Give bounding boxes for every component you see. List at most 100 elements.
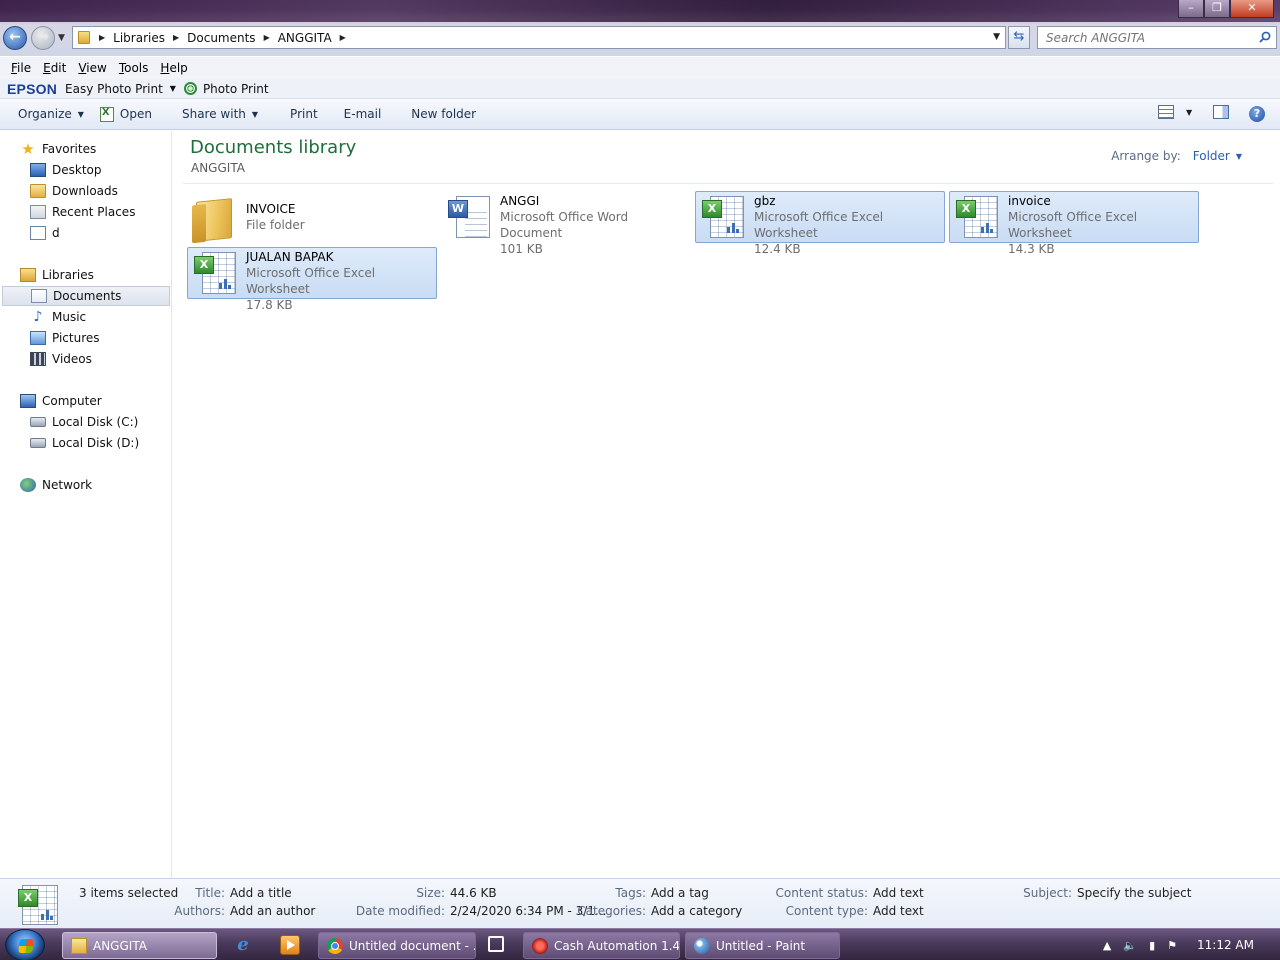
menu-file[interactable]: File — [5, 61, 37, 75]
pinned-app-icon[interactable] — [488, 936, 504, 952]
search-icon[interactable] — [1259, 31, 1271, 43]
file-type: Microsoft Office Excel Worksheet — [754, 210, 884, 240]
refresh-button[interactable]: ⇆ — [1008, 26, 1030, 49]
menu-edit[interactable]: Edit — [37, 61, 72, 75]
folder-icon — [78, 31, 90, 44]
open-button[interactable]: Open — [92, 99, 160, 129]
menu-help[interactable]: Help — [154, 61, 193, 75]
photo-print-button[interactable]: Photo Print — [183, 82, 269, 96]
nav-downloads[interactable]: Downloads — [30, 181, 118, 201]
taskbar-item-anggita[interactable]: ANGGITA — [62, 932, 217, 959]
photo-print-icon — [183, 82, 197, 95]
breadcrumb-chevron-icon[interactable]: ▶ — [165, 33, 187, 42]
back-button[interactable]: ← — [3, 26, 27, 50]
new-folder-button[interactable]: New folder — [403, 99, 484, 129]
nav-music[interactable]: ♪ Music — [30, 307, 87, 327]
breadcrumb-libraries[interactable]: Libraries — [113, 31, 165, 45]
nav-label: Pictures — [52, 331, 100, 345]
breadcrumb-chevron-icon[interactable]: ▶ — [256, 33, 278, 42]
address-bar[interactable]: ▶ Libraries ▶ Documents ▶ ANGGITA ▶ ▼ — [72, 26, 1006, 49]
content-type-value[interactable]: Add text — [873, 904, 924, 918]
word-document-icon: W — [446, 194, 494, 242]
file-tile[interactable]: INVOICE File folder — [187, 191, 437, 243]
network-signal-icon[interactable]: ▮ — [1149, 939, 1155, 952]
chevron-down-icon[interactable]: ▼ — [1186, 108, 1192, 117]
nav-recent-places[interactable]: Recent Places — [30, 202, 135, 222]
internet-explorer-icon[interactable]: e — [233, 935, 253, 955]
taskbar-item-chrome[interactable]: Untitled document - ... — [318, 932, 476, 959]
nav-favorites[interactable]: ★ Favorites — [20, 139, 96, 159]
media-player-icon[interactable] — [280, 935, 300, 955]
action-center-flag-icon[interactable]: ⚑ — [1167, 939, 1177, 952]
clock[interactable]: 11:12 AM — [1197, 938, 1254, 952]
organize-label: Organize — [18, 107, 72, 121]
file-name: invoice — [1008, 194, 1051, 208]
folder-icon — [192, 194, 240, 242]
file-tile-selected[interactable]: X JUALAN BAPAK Microsoft Office Excel Wo… — [187, 247, 437, 312]
share-with-button[interactable]: Share with ▼ — [174, 99, 266, 129]
title-value[interactable]: Add a title — [230, 886, 292, 900]
taskbar-item-paint[interactable]: Untitled - Paint — [685, 932, 840, 959]
cash-automation-icon — [532, 937, 548, 954]
tags-value[interactable]: Add a tag — [651, 886, 709, 900]
search-input[interactable] — [1038, 27, 1248, 48]
nav-libraries[interactable]: Libraries — [20, 265, 94, 285]
breadcrumb-chevron-icon[interactable]: ▶ — [94, 33, 113, 42]
breadcrumb-documents[interactable]: Documents — [187, 31, 255, 45]
close-button[interactable]: ✕ — [1230, 0, 1274, 18]
nav-local-disk-d[interactable]: Local Disk (D:) — [30, 433, 139, 453]
nav-pictures[interactable]: Pictures — [30, 328, 100, 348]
address-dropdown-icon[interactable]: ▼ — [993, 32, 1000, 42]
excel-icon — [99, 106, 114, 122]
epson-toolbar: EPSON Easy Photo Print ▼ Photo Print — [0, 79, 1280, 99]
nav-network[interactable]: Network — [20, 475, 92, 495]
menu-view[interactable]: View — [72, 61, 112, 75]
email-button[interactable]: E-mail — [336, 99, 390, 129]
nav-d[interactable]: d — [30, 223, 60, 243]
paint-icon — [694, 937, 710, 954]
details-pane: X 3 items selected Title: Add a title Au… — [0, 878, 1280, 928]
help-button[interactable]: ? — [1249, 106, 1265, 122]
excel-worksheet-icon: X — [192, 250, 240, 298]
subject-value[interactable]: Specify the subject — [1077, 886, 1191, 900]
chevron-down-icon[interactable]: ▼ — [170, 84, 176, 93]
restore-button[interactable]: ❐ — [1204, 0, 1230, 18]
print-button[interactable]: Print — [282, 99, 326, 129]
breadcrumb-anggita[interactable]: ANGGITA — [278, 31, 332, 45]
volume-icon[interactable]: 🔈 — [1123, 939, 1137, 952]
easy-photo-print-label: Easy Photo Print — [65, 81, 163, 96]
arrange-by-dropdown[interactable]: Folder — [1193, 149, 1230, 163]
file-tile[interactable]: W ANGGI Microsoft Office Word Document 1… — [441, 191, 691, 256]
folder-icon — [71, 937, 87, 954]
taskbar-item-cash-automation[interactable]: Cash Automation 1.4.... — [523, 932, 680, 959]
nav-local-disk-c[interactable]: Local Disk (C:) — [30, 412, 138, 432]
window-controls: – ❐ ✕ — [1178, 0, 1274, 18]
preview-pane-button[interactable] — [1213, 105, 1229, 119]
file-name: gbz — [754, 194, 776, 208]
nav-videos[interactable]: Videos — [30, 349, 92, 369]
show-hidden-icons-icon[interactable]: ▲ — [1103, 939, 1111, 952]
start-button[interactable] — [5, 929, 45, 960]
command-bar: Organize ▼ Open Share with ▼ Print E-mai… — [0, 99, 1280, 130]
content-status-value[interactable]: Add text — [873, 886, 924, 900]
views-icon — [1158, 105, 1174, 119]
organize-button[interactable]: Organize ▼ — [10, 99, 92, 129]
nav-desktop[interactable]: Desktop — [30, 160, 102, 180]
easy-photo-print-button[interactable]: Easy Photo Print ▼ — [65, 82, 184, 96]
search-box[interactable] — [1037, 26, 1277, 49]
forward-button[interactable]: → — [31, 26, 55, 50]
recent-pages-dropdown[interactable]: ▼ — [58, 33, 65, 43]
breadcrumb-chevron-icon[interactable]: ▶ — [332, 33, 354, 42]
authors-value[interactable]: Add an author — [230, 904, 315, 918]
file-type: Microsoft Office Word Document — [500, 210, 629, 240]
file-tile-selected[interactable]: X gbz Microsoft Office Excel Worksheet 1… — [695, 191, 945, 256]
menu-tools[interactable]: Tools — [113, 61, 155, 75]
nav-documents[interactable]: Documents — [2, 286, 170, 306]
minimize-button[interactable]: – — [1178, 0, 1204, 18]
categories-value[interactable]: Add a category — [651, 904, 742, 918]
change-view-button[interactable]: ▼ — [1158, 105, 1192, 119]
chevron-down-icon[interactable]: ▼ — [1236, 152, 1242, 161]
nav-computer[interactable]: Computer — [20, 391, 102, 411]
nav-label: Downloads — [52, 184, 118, 198]
file-tile-selected[interactable]: X invoice Microsoft Office Excel Workshe… — [949, 191, 1199, 256]
